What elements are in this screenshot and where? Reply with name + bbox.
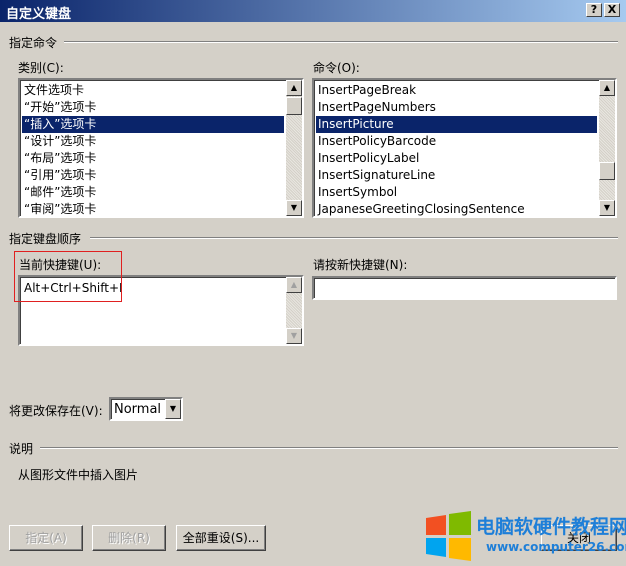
keyboard-sequence-heading: 指定键盘顺序: [9, 232, 82, 246]
save-in-label: 将更改保存在(V):: [9, 404, 103, 418]
scroll-up-icon[interactable]: ▲: [286, 277, 302, 293]
commands-listbox[interactable]: InsertPageBreak InsertPageNumbers InsertPi…: [312, 78, 617, 218]
window-title: 自定义键盘: [6, 7, 72, 22]
watermark-title: 电脑软硬件教程网: [476, 516, 626, 538]
save-in-value: Normal: [114, 402, 162, 417]
command-item[interactable]: InsertSymbol: [316, 184, 597, 201]
categories-scrollbar[interactable]: ▲ ▼: [286, 80, 302, 216]
title-bar[interactable]: 自定义键盘: [0, 0, 626, 22]
new-shortcut-input[interactable]: [312, 276, 617, 300]
scroll-thumb[interactable]: [599, 162, 615, 180]
section-divider: [64, 41, 618, 43]
reset-all-button[interactable]: 全部重设(S)...: [176, 525, 266, 551]
category-item[interactable]: “插入”选项卡: [22, 116, 284, 133]
chevron-down-icon[interactable]: ▼: [165, 399, 181, 419]
customize-keyboard-dialog: 自定义键盘 ? X 指定命令 类别(C): 文件选项卡 “开始”选项卡 “插入”选项…: [0, 0, 626, 566]
category-item[interactable]: “设计”选项卡: [22, 133, 284, 150]
category-item[interactable]: “布局”选项卡: [22, 150, 284, 167]
commands-label: 命令(O):: [313, 61, 360, 75]
watermark: 电脑软硬件教程网 www.computer26.com: [422, 508, 626, 564]
highlight-annotation: [14, 251, 122, 302]
scroll-thumb[interactable]: [286, 97, 302, 115]
section-divider: [90, 237, 618, 239]
scroll-down-icon[interactable]: ▼: [286, 200, 302, 216]
current-keys-scrollbar[interactable]: ▲ ▼: [286, 277, 302, 344]
category-item[interactable]: “审阅”选项卡: [22, 201, 284, 216]
command-item[interactable]: InsertPolicyBarcode: [316, 133, 597, 150]
categories-label: 类别(C):: [18, 61, 64, 75]
command-item[interactable]: InsertPicture: [316, 116, 597, 133]
specify-command-heading: 指定命令: [9, 36, 58, 50]
description-heading: 说明: [9, 442, 34, 456]
scroll-up-icon[interactable]: ▲: [286, 80, 302, 96]
command-item[interactable]: JapaneseGreetingClosingSentence: [316, 201, 597, 216]
category-item[interactable]: “引用”选项卡: [22, 167, 284, 184]
scroll-down-icon[interactable]: ▼: [286, 328, 302, 344]
assign-button[interactable]: 指定(A): [9, 525, 83, 551]
category-item[interactable]: 文件选项卡: [22, 82, 284, 99]
command-item[interactable]: InsertSignatureLine: [316, 167, 597, 184]
category-item[interactable]: “开始”选项卡: [22, 99, 284, 116]
remove-button[interactable]: 删除(R): [92, 525, 166, 551]
command-item[interactable]: InsertPolicyLabel: [316, 150, 597, 167]
commands-scrollbar[interactable]: ▲ ▼: [599, 80, 615, 216]
save-in-select[interactable]: Normal ▼: [109, 397, 183, 421]
categories-listbox[interactable]: 文件选项卡 “开始”选项卡 “插入”选项卡 “设计”选项卡 “布局”选项卡 “引用”选项卡…: [18, 78, 304, 218]
section-divider: [40, 447, 618, 449]
close-window-button[interactable]: X: [604, 3, 620, 17]
new-shortcut-label: 请按新快捷键(N):: [313, 258, 408, 272]
help-button[interactable]: ?: [586, 3, 602, 17]
command-item[interactable]: InsertPageNumbers: [316, 99, 597, 116]
windows-logo-icon: [426, 511, 471, 561]
category-item[interactable]: “邮件”选项卡: [22, 184, 284, 201]
scroll-up-icon[interactable]: ▲: [599, 80, 615, 96]
description-text: 从图形文件中插入图片: [18, 468, 139, 482]
watermark-url: www.computer26.com: [486, 540, 626, 554]
command-item[interactable]: InsertPageBreak: [316, 82, 597, 99]
scroll-down-icon[interactable]: ▼: [599, 200, 615, 216]
